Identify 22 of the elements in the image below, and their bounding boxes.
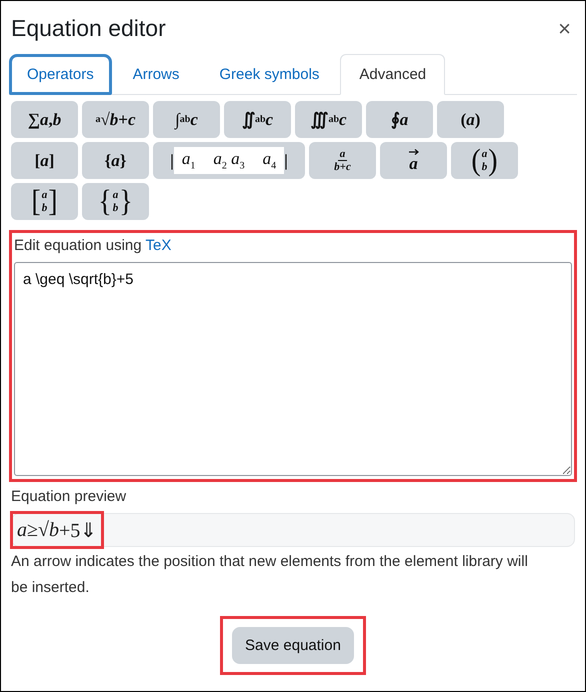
close-button[interactable]: × — [556, 16, 573, 42]
formula-button[interactable]: [a] — [11, 142, 78, 179]
tab[interactable]: Arrows — [114, 54, 198, 95]
matrix-button[interactable]: | a$_{1}$ a$_{2}$ a$_{3}$ a$_{4}$ | — [153, 142, 305, 179]
formula-button[interactable]: ∑a,b — [11, 101, 78, 138]
tex-link[interactable]: TeX — [146, 237, 172, 254]
equation-preview: a≥√b+5⇓ — [10, 511, 104, 549]
tab[interactable]: Advanced — [340, 54, 446, 95]
editor-label: Edit equation using TeX — [14, 237, 172, 254]
formula-button[interactable]: (a) — [437, 101, 504, 138]
preview-label: Equation preview — [11, 488, 128, 505]
help-text: An arrow indicates the position that new elements from the element library will be inserted. — [11, 552, 529, 598]
formula-button[interactable]: ∮a — [366, 101, 433, 138]
fraction-button[interactable]: a b+c — [309, 142, 376, 179]
dialog-title: Equation editor — [11, 15, 166, 42]
formula-button[interactable]: {a} — [82, 142, 149, 179]
tab[interactable]: Operators — [9, 54, 112, 95]
tab[interactable]: Greek symbols — [200, 54, 338, 95]
vector-button[interactable]: a — [380, 142, 447, 179]
arrow-icon — [408, 149, 418, 155]
save-button[interactable]: Save equation — [232, 627, 354, 664]
tex-input-field[interactable]: a \geq \sqrt{b}+5 — [14, 262, 572, 476]
